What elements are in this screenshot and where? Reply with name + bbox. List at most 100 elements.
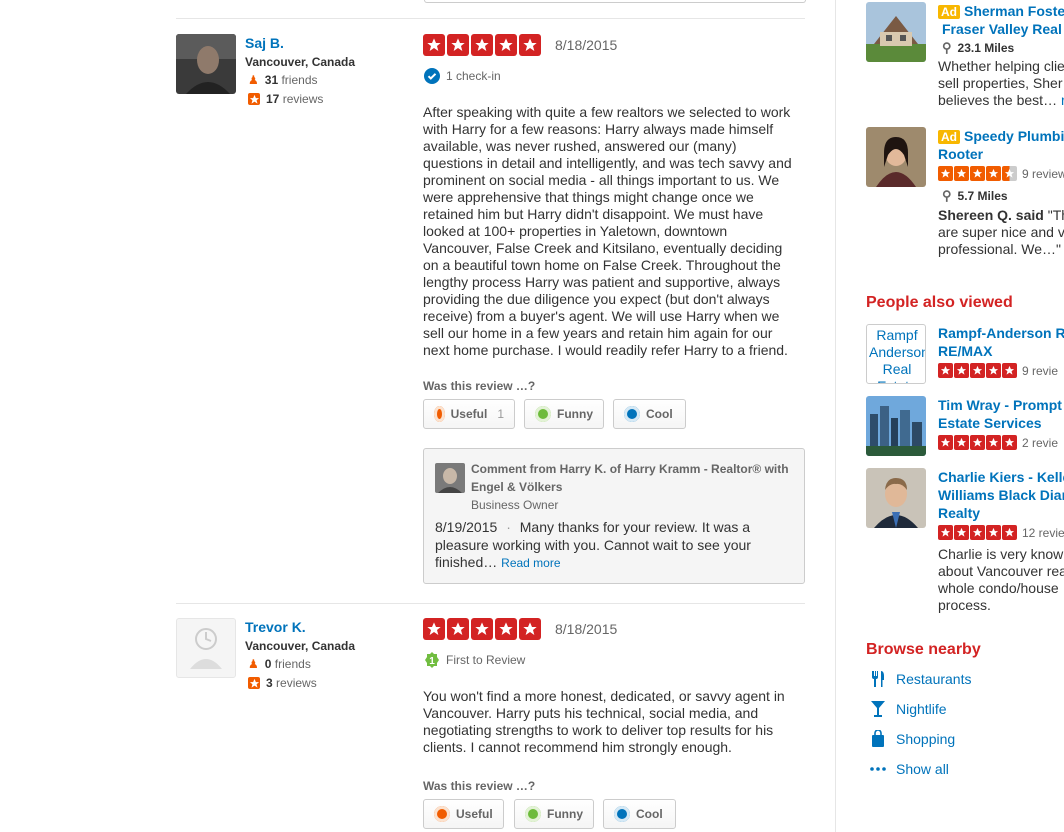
star-icon (938, 363, 953, 378)
star-icon (938, 525, 953, 540)
cool-icon (624, 406, 640, 422)
was-this-review-label: Was this review …? (423, 379, 536, 393)
checkin-badge: 1 check-in (424, 68, 501, 84)
review-count: 9 revie (1022, 363, 1059, 378)
ad-title-line[interactable]: Rooter (938, 145, 983, 163)
business-snippet: about Vancouver rea (938, 563, 1064, 579)
funny-button[interactable]: Funny (514, 799, 594, 829)
cool-button[interactable]: Cool (613, 399, 686, 429)
ad-text: are super nice and v (938, 224, 1064, 240)
browse-restaurants-link[interactable]: Restaurants (870, 670, 971, 688)
friends-label: friends (274, 657, 311, 671)
half-star-icon (1002, 166, 1017, 181)
reviews-count: 3 reviews (248, 676, 317, 690)
first-to-review-label: First to Review (446, 653, 526, 667)
browse-shopping-link[interactable]: Shopping (870, 730, 955, 748)
business-thumbnail[interactable] (866, 468, 926, 528)
ad-text: sell properties, Sher (938, 75, 1063, 91)
user-name[interactable]: Saj B. (245, 35, 284, 51)
reviews-number: 3 (266, 676, 273, 690)
map-pin-icon: ⚲ (942, 40, 952, 55)
ad-title-line[interactable]: Fraser Valley Real (942, 20, 1062, 38)
cool-button[interactable]: Cool (603, 799, 676, 829)
business-title-line[interactable]: RE/MAX (938, 342, 992, 360)
reviews-count: 17 reviews (248, 92, 323, 106)
sidebar-divider (835, 0, 836, 832)
browse-label: Nightlife (896, 701, 947, 717)
comment-separator: · (506, 519, 511, 535)
comment-role: Business Owner (471, 498, 559, 512)
business-thumbnail[interactable]: Rampf Anderson Real Estate (866, 324, 926, 384)
friends-count: ♟ 31 friends (248, 73, 318, 87)
reviews-label: reviews (282, 92, 324, 106)
star-icon (471, 618, 493, 640)
business-title-line[interactable]: Realty (938, 504, 980, 522)
star-icon (938, 435, 953, 450)
funny-label: Funny (557, 407, 593, 421)
star-icon (970, 525, 985, 540)
ad-title[interactable]: Ad Speedy Plumbi (938, 127, 1064, 146)
read-more-link[interactable]: Read more (501, 556, 560, 570)
map-pin-icon: ⚲ (942, 188, 952, 203)
star-icon (1002, 435, 1017, 450)
people-also-viewed-heading: People also viewed (866, 294, 1013, 311)
star-icon (495, 618, 517, 640)
business-snippet: process. (938, 597, 991, 613)
star-icon (970, 435, 985, 450)
friends-count: ♟ 0 friends (248, 657, 311, 671)
friends-icon: ♟ (248, 73, 259, 87)
previous-review-edge (424, 0, 806, 3)
avatar[interactable] (176, 34, 236, 94)
funny-button[interactable]: Funny (524, 399, 604, 429)
friends-label: friends (281, 73, 318, 87)
useful-count: 1 (497, 407, 504, 421)
ad-text: Whether helping clie (938, 58, 1064, 74)
quote-author: Shereen Q. said (938, 207, 1044, 223)
shopping-bag-icon (872, 730, 884, 747)
browse-nightlife-link[interactable]: Nightlife (870, 700, 947, 718)
star-icon (986, 435, 1001, 450)
star-icon (423, 34, 445, 56)
browse-label: Restaurants (896, 671, 972, 687)
business-title[interactable]: Rampf-Anderson R (938, 324, 1064, 342)
funny-icon (535, 406, 551, 422)
avatar[interactable] (176, 618, 236, 678)
business-thumbnail[interactable] (866, 396, 926, 456)
ad-title[interactable]: Ad Sherman Foste (938, 2, 1064, 21)
useful-button[interactable]: Useful 1 (423, 399, 515, 429)
browse-show-all-link[interactable]: Show all (870, 760, 949, 778)
was-this-review-label: Was this review …? (423, 779, 536, 793)
ad-badge: Ad (938, 5, 960, 19)
ad-distance: ⚲ 5.7 Miles (942, 188, 1008, 204)
star-icon (1002, 363, 1017, 378)
star-icon (986, 363, 1001, 378)
business-title-line[interactable]: Williams Black Diar (938, 486, 1064, 504)
distance-label: 23.1 Miles (957, 41, 1015, 55)
business-title-line[interactable]: Estate Services (938, 414, 1042, 432)
star-icon (954, 435, 969, 450)
useful-button[interactable]: Useful (423, 799, 504, 829)
ad-text-line: believes the best… (938, 92, 1058, 108)
ad-thumbnail[interactable] (866, 127, 926, 187)
friends-number: 31 (264, 73, 279, 87)
browse-nearby-heading: Browse nearby (866, 641, 981, 658)
rating-stars (423, 34, 541, 56)
user-name[interactable]: Trevor K. (245, 619, 306, 635)
reviews-number: 17 (266, 92, 280, 106)
more-dots-icon (870, 767, 886, 771)
ad-title-line: Sherman Foste (964, 3, 1064, 19)
business-title[interactable]: Charlie Kiers - Kelle (938, 468, 1064, 486)
cocktail-icon (871, 701, 885, 717)
review-count: 12 revie (1022, 525, 1064, 540)
owner-avatar[interactable] (435, 463, 465, 493)
ad-thumbnail[interactable] (866, 2, 926, 62)
review-text: After speaking with quite a few realtors… (423, 104, 792, 358)
star-icon (447, 34, 469, 56)
business-title[interactable]: Tim Wray - Prompt (938, 396, 1062, 414)
star-icon (1002, 525, 1017, 540)
broken-image-alt: Rampf Anderson Real Estate (869, 327, 926, 383)
user-location: Vancouver, Canada (245, 55, 356, 69)
review-count: 2 revie (1022, 435, 1059, 450)
cool-label: Cool (636, 807, 663, 821)
star-icon (471, 34, 493, 56)
